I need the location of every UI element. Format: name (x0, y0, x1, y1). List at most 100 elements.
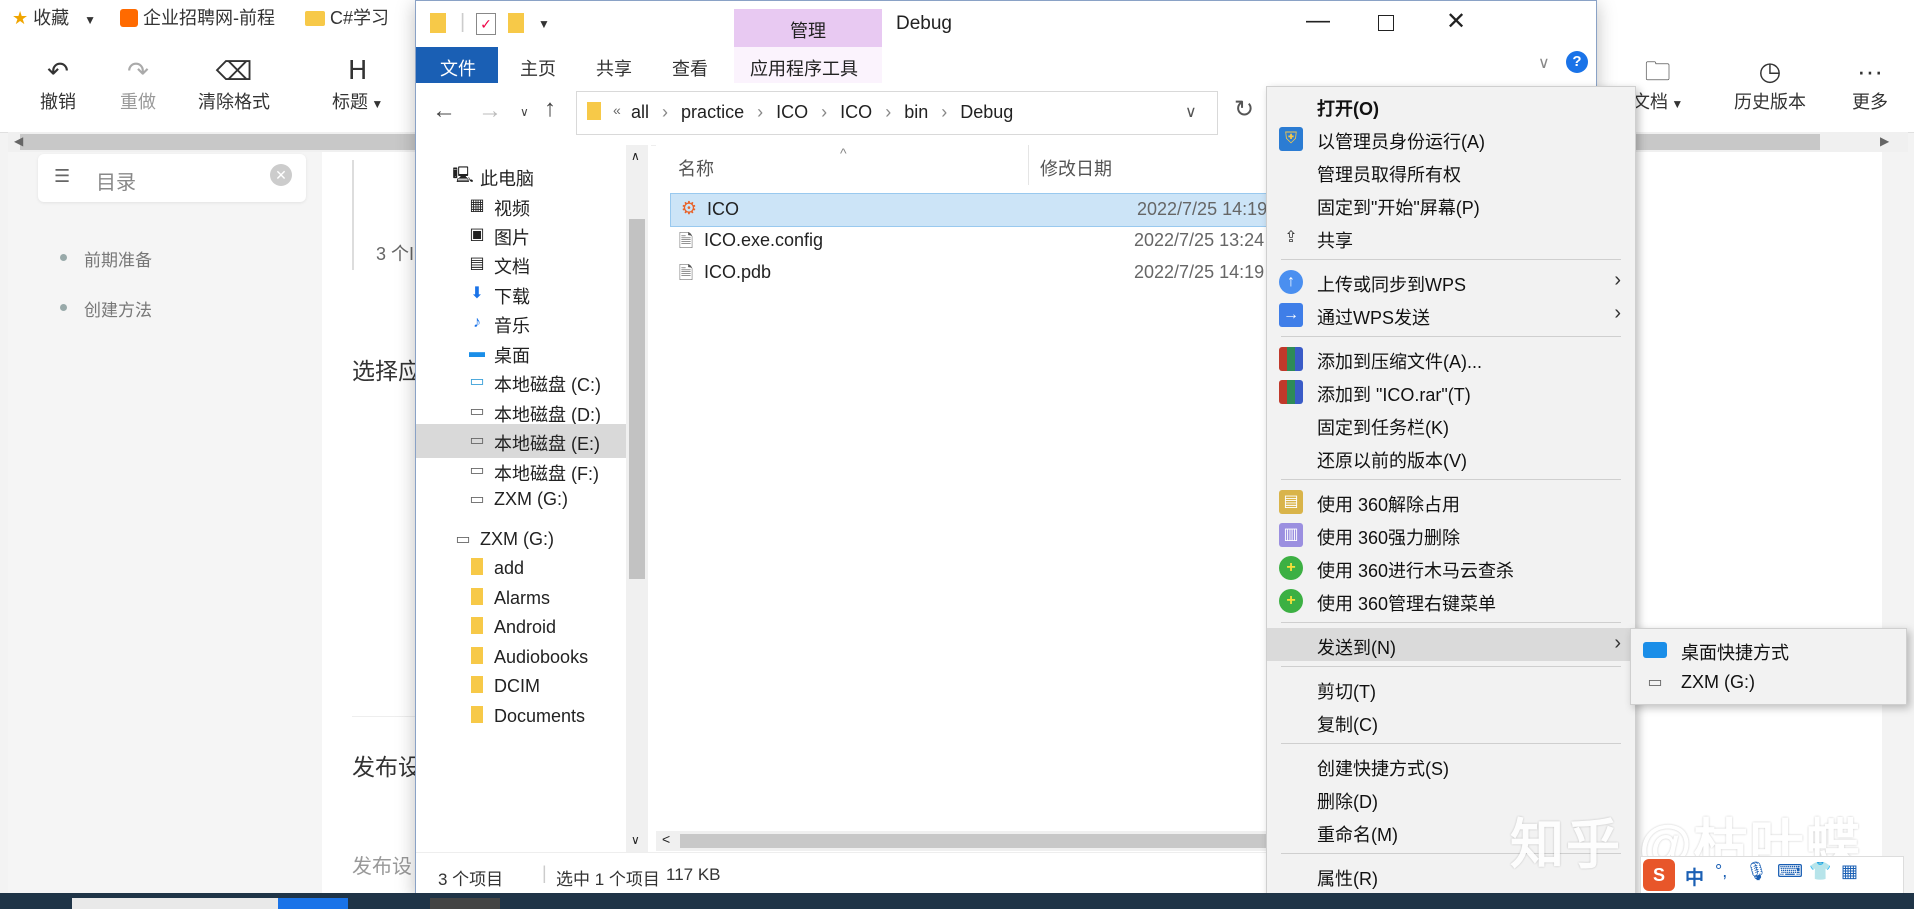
toc-item[interactable]: 创建方法 (60, 296, 152, 321)
minimize-icon[interactable]: — (1306, 7, 1330, 35)
bookmark-job-site[interactable]: 企业招聘网-前程 (120, 4, 275, 30)
refresh-icon[interactable]: ↻ (1234, 95, 1254, 124)
menu-item-pin-taskbar[interactable]: 固定到任务栏(K) (1267, 408, 1635, 441)
microphone-icon[interactable]: 🎙 (1745, 861, 1768, 882)
chevron-right-icon: › (941, 102, 948, 122)
toc-header[interactable]: ☰ 目录 ✕ (38, 154, 306, 202)
bookmark-csharp[interactable]: C#学习 (305, 4, 389, 30)
address-bar[interactable]: « all › practice › ICO › ICO › bin › Deb… (576, 91, 1218, 135)
close-icon[interactable]: ✕ (1446, 7, 1466, 36)
chevron-down-icon[interactable]: ∨ (1185, 102, 1197, 122)
breadcrumb-item[interactable]: practice (681, 102, 744, 122)
nav-item[interactable]: ♪ 音乐 (416, 306, 626, 340)
nav-folder[interactable]: Android (416, 611, 626, 645)
menu-item-run-as-admin[interactable]: ⛨ 以管理员身份运行(A) (1267, 122, 1635, 155)
breadcrumb-item[interactable]: Debug (960, 102, 1013, 122)
nav-item-selected[interactable]: ▭ 本地磁盘 (E:) (416, 424, 626, 458)
chevron-down-icon[interactable]: ▼ (84, 13, 96, 27)
menu-item-open[interactable]: 打开(O) (1267, 89, 1635, 122)
column-header-modified[interactable]: 修改日期 (1040, 155, 1112, 181)
back-arrow-icon[interactable]: ← (432, 97, 456, 125)
grid-icon[interactable]: ▦ (1841, 861, 1858, 882)
clear-format-button[interactable]: ⌫ 清除格式 (198, 54, 270, 114)
menu-item-360-unlock[interactable]: ▤ 使用 360解除占用 (1267, 485, 1635, 518)
menu-item-360-scan[interactable]: + 使用 360进行木马云查杀 (1267, 551, 1635, 584)
taskbar-app[interactable] (430, 898, 500, 909)
toc-item[interactable]: 前期准备 (60, 246, 152, 271)
scroll-right-icon[interactable]: ▶ (1880, 134, 1889, 148)
taskbar-active-app[interactable] (278, 898, 348, 909)
chevron-down-icon[interactable]: ∨ (631, 833, 640, 847)
nav-scrollbar[interactable]: ∧ ∨ (626, 145, 648, 852)
sogou-icon[interactable]: S (1643, 859, 1675, 891)
nav-folder[interactable]: Documents (416, 700, 626, 734)
nav-this-pc[interactable]: 🖳 此电脑 (416, 159, 626, 193)
submenu-item-desktop-shortcut[interactable]: 桌面快捷方式 (1631, 633, 1906, 666)
keyboard-icon[interactable]: ⌨ (1777, 861, 1803, 882)
menu-item-wps-send[interactable]: → 通过WPS发送 › (1267, 298, 1635, 331)
tab-file[interactable]: 文件 (416, 47, 498, 83)
nav-folder[interactable]: DCIM (416, 670, 626, 704)
chevron-down-icon[interactable]: ∨ (1538, 53, 1550, 73)
chevron-left-icon[interactable]: < (662, 831, 670, 847)
punctuation-icon[interactable]: °, (1715, 861, 1727, 882)
bookmark-favorites[interactable]: ★ 收藏 ▼ (12, 4, 96, 30)
menu-item-wps-upload[interactable]: ↑ 上传或同步到WPS › (1267, 265, 1635, 298)
nav-item[interactable]: ▭ ZXM (G:) (416, 483, 626, 517)
new-folder-icon[interactable] (508, 13, 524, 33)
menu-item-add-rar[interactable]: 添加到 "ICO.rar"(T) (1267, 375, 1635, 408)
submenu-item-zxm[interactable]: ▭ ZXM (G:) (1631, 666, 1906, 699)
properties-icon[interactable]: ✓ (476, 13, 496, 35)
scroll-left-icon[interactable]: ◀ (14, 134, 23, 148)
menu-item-take-ownership[interactable]: 管理员取得所有权 (1267, 155, 1635, 188)
chevron-down-icon[interactable]: ∨ (520, 105, 529, 119)
docs-button[interactable]: 🗀 文档 ▼ (1632, 54, 1683, 114)
close-icon[interactable]: ✕ (270, 164, 292, 186)
ime-mode[interactable]: 中 (1685, 863, 1704, 890)
winrar-icon (1279, 380, 1303, 404)
menu-item-360-menu[interactable]: + 使用 360管理右键菜单 (1267, 584, 1635, 617)
help-icon[interactable]: ? (1566, 51, 1588, 73)
chevron-down-icon[interactable]: ▼ (538, 17, 550, 31)
menu-item-share[interactable]: ⇪ 共享 (1267, 221, 1635, 254)
more-button[interactable]: ··· 更多 (1852, 54, 1888, 114)
undo-button[interactable]: ↶ 撤销 (40, 54, 76, 114)
menu-item-create-shortcut[interactable]: 创建快捷方式(S) (1267, 749, 1635, 782)
menu-separator (1281, 622, 1621, 623)
breadcrumb-item[interactable]: bin (904, 102, 928, 122)
column-header-name[interactable]: 名称 (678, 155, 714, 181)
scrollbar-thumb[interactable] (680, 834, 1280, 848)
menu-item-restore-versions[interactable]: 还原以前的版本(V) (1267, 441, 1635, 474)
nav-item[interactable]: ▭ 本地磁盘 (C:) (416, 365, 626, 399)
ime-toolbar[interactable]: S 中 °, 🎙 ⌨ 👕 ▦ (1640, 856, 1904, 894)
breadcrumb-item[interactable]: ICO (840, 102, 872, 122)
tab-application-tools[interactable]: 应用程序工具 (734, 47, 882, 83)
heading-button[interactable]: H 标题 ▼ (332, 54, 383, 114)
share-icon: ⇪ (1284, 229, 1298, 246)
menu-item-cut[interactable]: 剪切(T) (1267, 672, 1635, 705)
menu-item-pin-start[interactable]: 固定到"开始"屏幕(P) (1267, 188, 1635, 221)
menu-item-send-to[interactable]: 发送到(N) › (1267, 628, 1635, 661)
column-divider (1028, 145, 1029, 185)
menu-item-add-archive[interactable]: 添加到压缩文件(A)... (1267, 342, 1635, 375)
scrollbar-thumb[interactable] (629, 219, 645, 579)
menu-item-copy[interactable]: 复制(C) (1267, 705, 1635, 738)
tab-view[interactable]: 查看 (672, 55, 708, 81)
menu-item-360-shred[interactable]: ▥ 使用 360强力删除 (1267, 518, 1635, 551)
chevron-up-icon[interactable]: ∧ (631, 149, 640, 163)
skin-icon[interactable]: 👕 (1809, 861, 1831, 882)
breadcrumb-item[interactable]: ICO (776, 102, 808, 122)
redo-button[interactable]: ↷ 重做 (120, 54, 156, 114)
taskbar-search[interactable] (72, 898, 278, 909)
nav-folder[interactable]: add (416, 552, 626, 586)
breadcrumb-item[interactable]: all (631, 102, 649, 122)
nav-item[interactable]: ▤ 文档 (416, 247, 626, 281)
history-button[interactable]: ◷ 历史版本 (1734, 54, 1806, 114)
forward-arrow-icon[interactable]: → (478, 97, 502, 125)
up-arrow-icon[interactable]: ↑ (544, 95, 556, 123)
eraser-icon: ⌫ (215, 56, 253, 86)
tab-home[interactable]: 主页 (520, 55, 556, 81)
maximize-icon[interactable] (1378, 15, 1394, 31)
title-bar[interactable]: | ✓ ▼ 管理 Debug — ✕ (416, 1, 1596, 47)
tab-share[interactable]: 共享 (596, 55, 632, 81)
